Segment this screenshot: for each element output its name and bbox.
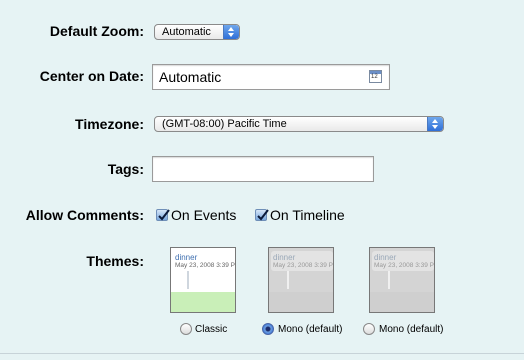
- theme-radio-mono-1[interactable]: [262, 323, 274, 335]
- theme-radio-mono-2[interactable]: [363, 323, 375, 335]
- on-timeline-label[interactable]: On Timeline: [270, 207, 345, 223]
- default-zoom-value: Automatic: [162, 26, 211, 38]
- center-on-date-input[interactable]: Automatic 12: [152, 64, 390, 90]
- preview-title: dinner: [374, 253, 397, 262]
- preview-stem: [388, 271, 390, 289]
- select-arrows-icon: [223, 25, 239, 39]
- theme-preview-mono-2[interactable]: dinner May 23, 2008 3:39 P: [369, 247, 435, 313]
- preview-band: [171, 292, 235, 312]
- center-on-date-value: Automatic: [159, 69, 222, 85]
- select-arrows-icon: [427, 117, 443, 131]
- calendar-icon-text: 12: [371, 74, 378, 80]
- timezone-select[interactable]: (GMT-08:00) Pacific Time: [154, 116, 444, 132]
- tags-label: Tags:: [107, 161, 144, 177]
- theme-label-classic[interactable]: Classic: [195, 324, 227, 335]
- preview-stem: [187, 271, 189, 289]
- theme-preview-classic[interactable]: dinner May 23, 2008 3:39 P: [170, 247, 236, 313]
- theme-preview-mono-1[interactable]: dinner May 23, 2008 3:39 P: [268, 247, 334, 313]
- divider: [0, 353, 524, 354]
- timezone-value: (GMT-08:00) Pacific Time: [162, 118, 287, 130]
- preview-title: dinner: [175, 253, 198, 262]
- on-events-label[interactable]: On Events: [171, 207, 236, 223]
- preview-date: May 23, 2008 3:39 P: [175, 262, 235, 269]
- preview-stem: [287, 271, 289, 289]
- on-events-checkbox[interactable]: [156, 209, 170, 221]
- theme-label-mono-2[interactable]: Mono (default): [379, 324, 443, 335]
- on-timeline-checkbox[interactable]: [255, 209, 269, 221]
- center-on-date-label: Center on Date:: [39, 68, 144, 84]
- theme-radio-classic[interactable]: [180, 323, 192, 335]
- preview-band: [370, 292, 434, 312]
- timezone-label: Timezone:: [75, 116, 144, 132]
- default-zoom-select[interactable]: Automatic: [154, 24, 240, 40]
- tags-input[interactable]: [152, 156, 374, 182]
- theme-label-mono-1[interactable]: Mono (default): [278, 324, 342, 335]
- preview-title: dinner: [273, 253, 296, 262]
- themes-label: Themes:: [86, 253, 144, 269]
- calendar-icon[interactable]: 12: [369, 70, 382, 83]
- preview-date: May 23, 2008 3:39 P: [273, 262, 333, 269]
- default-zoom-label: Default Zoom:: [49, 23, 144, 39]
- preview-date: May 23, 2008 3:39 P: [374, 262, 434, 269]
- preview-band: [269, 292, 333, 312]
- allow-comments-label: Allow Comments:: [25, 207, 144, 223]
